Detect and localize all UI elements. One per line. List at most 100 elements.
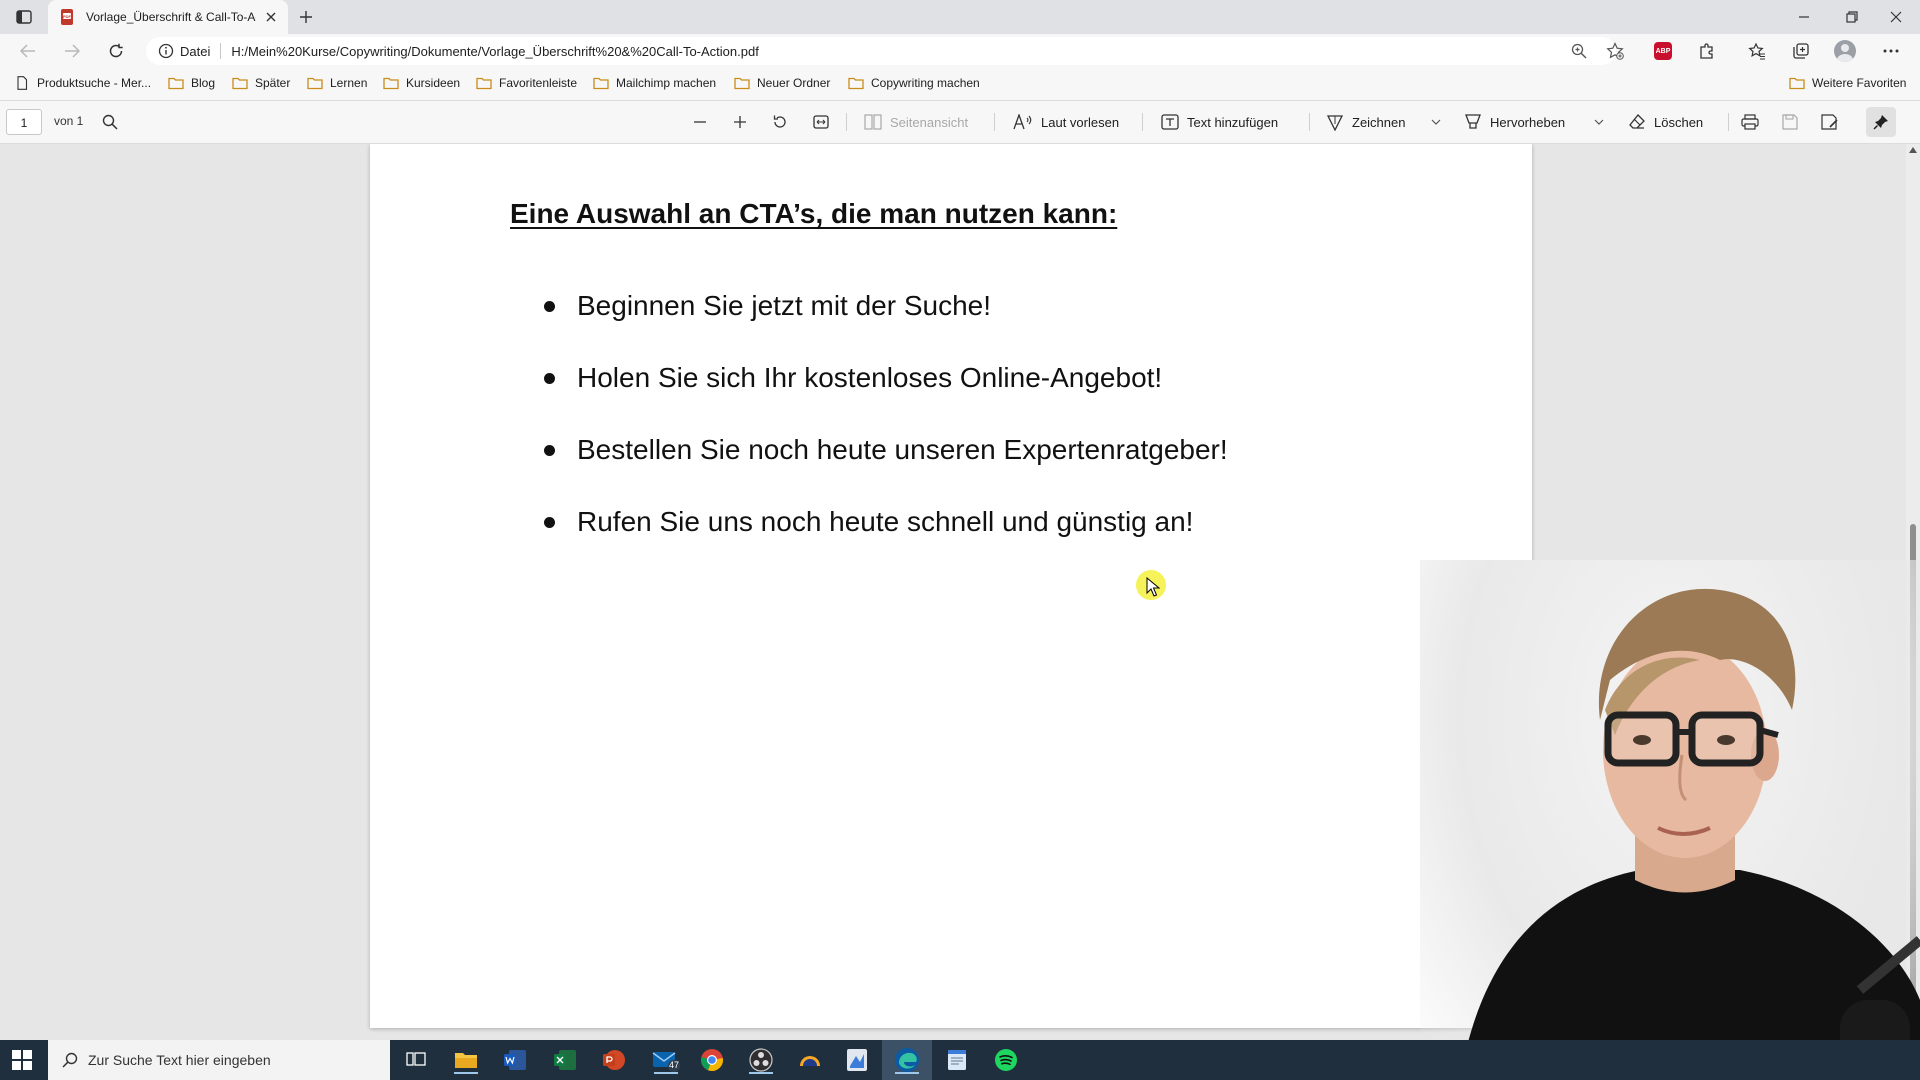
favorite-spaeter[interactable]: Später (232, 76, 290, 90)
add-favorite-star-icon[interactable] (1604, 40, 1626, 62)
close-window-icon[interactable] (1874, 0, 1918, 34)
read-aloud-button[interactable]: Laut vorlesen (1013, 112, 1119, 132)
powerpoint-icon[interactable] (600, 1046, 628, 1074)
app-running-indicator (895, 1072, 919, 1074)
obs-studio-icon[interactable] (747, 1046, 775, 1074)
favorite-neuer-ordner[interactable]: Neuer Ordner (734, 76, 830, 90)
folder-icon (383, 77, 399, 90)
app-running-indicator (749, 1072, 773, 1074)
pin-icon (1873, 115, 1888, 130)
list-item-text: Holen Sie sich Ihr kostenloses Online-An… (577, 362, 1163, 393)
refresh-icon[interactable] (104, 40, 128, 62)
favorite-lernen[interactable]: Lernen (307, 76, 367, 90)
favorites-icon[interactable] (1746, 40, 1768, 62)
windows-start-icon[interactable] (12, 1050, 32, 1070)
tab-actions-icon[interactable] (12, 6, 36, 28)
favorite-label: Favoritenleiste (499, 76, 578, 90)
toolbar-divider (1728, 113, 1729, 131)
favorite-label: Mailchimp machen (616, 76, 717, 90)
document-heading: Eine Auswahl an CTA’s, die man nutzen ka… (510, 198, 1118, 229)
taskbar-search-input[interactable]: Zur Suche Text hier eingeben (48, 1040, 390, 1080)
extensions-puzzle-icon[interactable] (1696, 40, 1718, 62)
favorite-blog[interactable]: Blog (168, 76, 215, 90)
other-favorites[interactable]: Weitere Favoriten (1789, 76, 1906, 90)
favorite-label: Später (255, 76, 291, 90)
print-icon[interactable] (1740, 112, 1760, 132)
folder-icon (476, 77, 492, 90)
excel-icon[interactable] (551, 1046, 579, 1074)
favorite-mailchimp-machen[interactable]: Mailchimp machen (593, 76, 716, 90)
scroll-up-arrow-icon[interactable] (1909, 146, 1917, 154)
folder-icon (232, 77, 248, 90)
list-item: Rufen Sie uns noch heute schnell und gün… (544, 486, 1228, 558)
minimize-icon[interactable] (1782, 0, 1826, 34)
read-aloud-label: Laut vorlesen (1041, 114, 1120, 130)
adblock-plus-badge: ABP (1654, 42, 1672, 60)
erase-button[interactable]: Löschen (1628, 112, 1703, 132)
restore-icon[interactable] (1830, 0, 1874, 34)
back-arrow-icon[interactable] (16, 40, 40, 62)
list-item-text: Rufen Sie uns noch heute schnell und gün… (577, 506, 1194, 537)
favorite-produktsuche[interactable]: Produktsuche - Mer... (14, 76, 151, 90)
add-text-button[interactable]: Text hinzufügen (1161, 112, 1278, 132)
chrome-icon[interactable] (698, 1046, 726, 1074)
mail-unread-badge: 47 (669, 1060, 680, 1070)
draw-options-chevron-down-icon[interactable] (1426, 112, 1446, 132)
draw-button[interactable]: Zeichnen (1326, 112, 1405, 132)
zoom-icon[interactable] (1568, 40, 1590, 62)
highlight-button[interactable]: Hervorheben (1464, 112, 1565, 132)
erase-label: Löschen (1654, 114, 1704, 130)
zoom-in-icon[interactable] (730, 112, 750, 132)
navigation-bar: Datei H:/Mein%20Kurse/Copywriting/Dokume… (0, 34, 1920, 68)
new-tab-icon[interactable] (295, 6, 317, 28)
pin-toolbar-button[interactable] (1866, 107, 1896, 137)
favorite-favoritenleiste[interactable]: Favoritenleiste (476, 76, 577, 90)
info-icon[interactable] (158, 43, 174, 59)
profile-avatar[interactable] (1834, 40, 1856, 62)
forward-arrow-icon[interactable] (60, 40, 84, 62)
favorite-kursideen[interactable]: Kursideen (383, 76, 460, 90)
list-item-text: Beginnen Sie jetzt mit der Suche! (577, 290, 992, 321)
address-url[interactable]: H:/Mein%20Kurse/Copywriting/Dokumente/Vo… (231, 44, 758, 59)
highlight-options-chevron-down-icon[interactable] (1589, 112, 1609, 132)
page-view-button[interactable]: Seitenansicht (864, 112, 968, 132)
mail-icon[interactable]: 47 (652, 1046, 680, 1074)
spotify-icon[interactable] (992, 1046, 1020, 1074)
search-icon[interactable] (100, 112, 120, 132)
zoom-out-icon[interactable] (690, 112, 710, 132)
page-view-label: Seitenansicht (890, 114, 969, 130)
adblock-plus-icon[interactable]: ABP (1652, 40, 1674, 62)
favorite-label: Lernen (330, 76, 368, 90)
tab-title: Vorlage_Überschrift & Call-To-Action.pdf (86, 10, 256, 24)
folder-icon (307, 77, 323, 90)
camera-app-icon[interactable] (796, 1046, 824, 1074)
edge-browser-icon[interactable] (893, 1046, 921, 1074)
toolbar-divider (1309, 113, 1310, 131)
browser-tab[interactable]: PDF Vorlage_Überschrift & Call-To-Action… (48, 0, 288, 34)
word-icon[interactable] (501, 1046, 529, 1074)
file-explorer-icon[interactable] (452, 1046, 480, 1074)
draw-pen-icon (1326, 115, 1344, 131)
close-tab-icon[interactable] (262, 8, 280, 26)
pdf-file-icon: PDF (61, 9, 73, 25)
toolbar-divider (1142, 113, 1143, 131)
title-bar: PDF Vorlage_Überschrift & Call-To-Action… (0, 0, 1920, 34)
notepad-icon[interactable] (943, 1046, 971, 1074)
taskbar-search-placeholder: Zur Suche Text hier eingeben (88, 1052, 271, 1068)
folder-icon (1789, 77, 1805, 90)
save-as-icon[interactable] (1820, 112, 1840, 132)
favorite-copywriting-machen[interactable]: Copywriting machen (848, 76, 980, 90)
folder-icon (593, 77, 609, 90)
paint-icon[interactable] (843, 1046, 871, 1074)
list-item: Beginnen Sie jetzt mit der Suche! (544, 270, 1228, 342)
fit-page-icon[interactable] (811, 112, 831, 132)
collections-icon[interactable] (1790, 40, 1812, 62)
save-icon[interactable] (1780, 112, 1800, 132)
add-text-label: Text hinzufügen (1187, 114, 1279, 130)
address-bar[interactable]: Datei H:/Mein%20Kurse/Copywriting/Dokume… (146, 37, 1616, 65)
more-menu-icon[interactable] (1880, 40, 1902, 62)
task-view-icon[interactable] (402, 1046, 430, 1074)
rotate-icon[interactable] (770, 112, 790, 132)
highlight-label: Hervorheben (1490, 114, 1566, 130)
page-number-input[interactable]: 1 (6, 109, 42, 135)
